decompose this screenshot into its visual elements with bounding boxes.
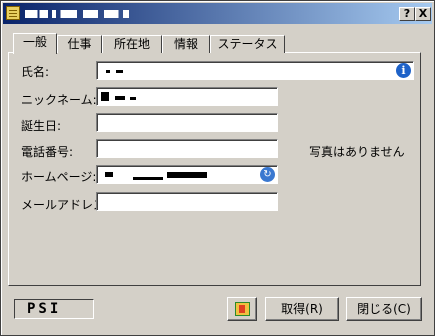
tab-info[interactable]: 情報 — [162, 35, 210, 53]
redacted-text — [101, 92, 109, 101]
fetch-button[interactable]: 取得(R) — [265, 297, 339, 321]
close-icon[interactable]: X — [415, 7, 431, 21]
close-button[interactable]: 閉じる(C) — [346, 297, 422, 321]
redacted-text — [105, 172, 113, 177]
phone-label: 電話番号: — [21, 145, 74, 159]
homepage-label: ホームページ: — [21, 170, 97, 184]
status-indicator: PSI — [14, 299, 94, 319]
email-field[interactable] — [96, 192, 278, 211]
birthday-field[interactable] — [96, 113, 278, 132]
image-button[interactable] — [227, 297, 257, 321]
dialog-window: ? X 一般 仕事 所在地 情報 ステータス 氏名: i ニックネーム: 誕生日… — [0, 0, 435, 336]
phone-field[interactable] — [96, 139, 278, 158]
nickname-field[interactable] — [96, 87, 278, 106]
app-icon — [6, 6, 20, 20]
tab-location[interactable]: 所在地 — [102, 35, 162, 53]
no-photo-text: 写真はありません — [309, 145, 405, 159]
redacted-text — [133, 177, 163, 180]
redacted-text — [167, 172, 207, 178]
birthday-label: 誕生日: — [21, 119, 62, 133]
arrow-icon[interactable]: ↻ — [260, 167, 275, 182]
redacted-text — [106, 70, 110, 73]
title-bar: ? X — [3, 3, 432, 24]
info-icon[interactable]: i — [396, 63, 411, 78]
name-label: 氏名: — [21, 65, 50, 79]
name-field[interactable]: i — [96, 61, 414, 80]
redacted-text — [116, 70, 123, 73]
help-button[interactable]: ? — [399, 7, 415, 21]
window-title-redacted — [25, 10, 129, 18]
tab-status[interactable]: ステータス — [210, 35, 285, 53]
redacted-text — [115, 96, 125, 100]
picture-icon — [235, 302, 250, 316]
homepage-field[interactable]: ↻ — [96, 165, 278, 184]
nickname-label: ニックネーム: — [21, 93, 97, 107]
tab-work[interactable]: 仕事 — [57, 35, 102, 53]
tab-general[interactable]: 一般 — [13, 33, 57, 54]
redacted-text — [130, 97, 136, 100]
